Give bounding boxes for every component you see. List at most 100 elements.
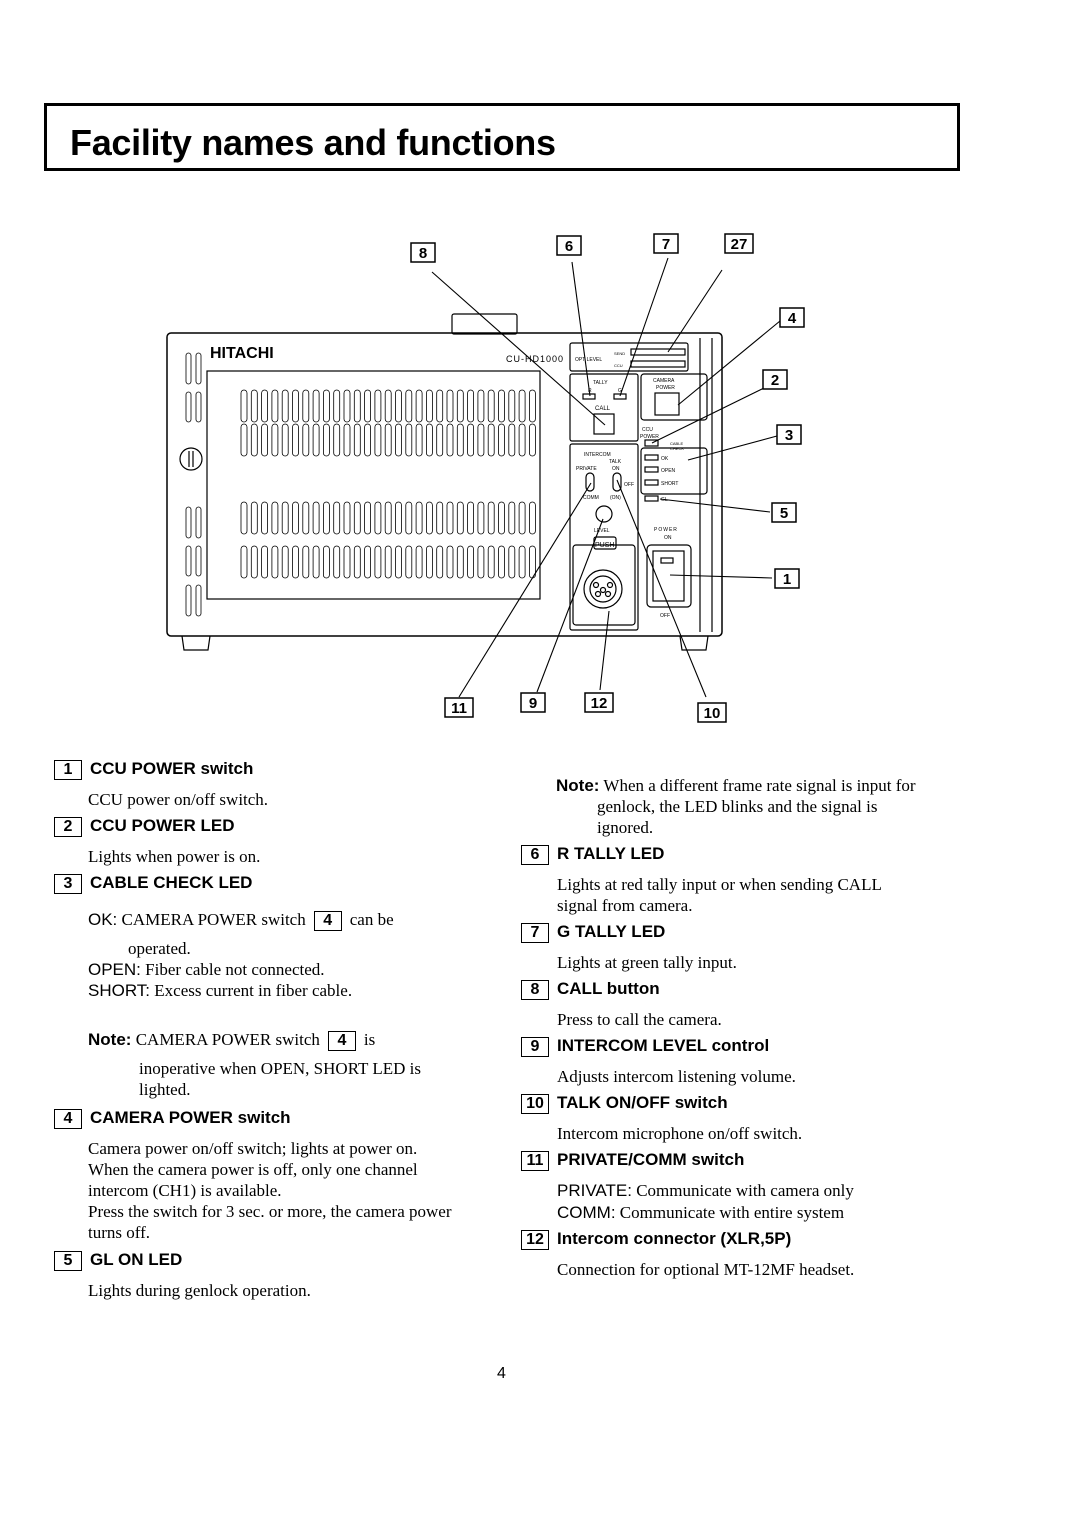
top-handle (451, 313, 518, 335)
private-key: PRIVATE: (557, 1181, 632, 1200)
vent-slot (415, 389, 423, 423)
genlock-note: Note: When a different frame rate signal… (556, 775, 916, 838)
note-key: Note: (556, 776, 600, 795)
vent-slot (436, 545, 444, 579)
vent-slot (395, 423, 402, 457)
manual-page: Facility names and functions HITACHI CU-… (0, 0, 1080, 1528)
entry-7: 7 G TALLY LED Lights at green tally input… (521, 922, 737, 973)
entry-number: 1 (54, 760, 82, 780)
note-tail: is (363, 1030, 376, 1050)
vent-slot (312, 545, 320, 579)
vent-slot (487, 389, 495, 423)
callout-number: 8 (419, 245, 427, 262)
vent-slot (477, 545, 485, 579)
vent-slot (498, 545, 505, 579)
entry-body-line: Lights at green tally input. (557, 953, 737, 972)
vent-slot (405, 423, 413, 457)
vent-slot (487, 423, 495, 457)
callout-11: 11 (444, 697, 474, 718)
vent-slot (322, 501, 330, 535)
callout-8: 8 (410, 242, 436, 263)
note-continuation: inoperative when OPEN, SHORT LED is (139, 1059, 421, 1079)
vent-slot (353, 389, 361, 423)
vent-slot (405, 501, 413, 535)
vent-slot (271, 545, 279, 579)
entry-number: 6 (521, 845, 549, 865)
vent-slot (322, 545, 330, 579)
entry-label: PRIVATE/COMM switch (557, 1150, 745, 1169)
vent-slot (518, 389, 526, 423)
vent-slot (240, 389, 248, 423)
vent-slot (312, 389, 320, 423)
foot-left (181, 635, 211, 651)
vent-slot (271, 389, 279, 423)
short-label: SHORT (661, 481, 678, 487)
vent-slot (384, 501, 392, 535)
vent-slot (508, 423, 516, 457)
vent-slot (250, 423, 258, 457)
entry-body-line: Intercom microphone on/off switch. (557, 1124, 803, 1143)
leader-lines (431, 257, 781, 698)
vent-slot (281, 423, 289, 457)
vent-slot (498, 501, 505, 535)
private-line: PRIVATE: Communicate with camera only (557, 1180, 854, 1201)
entry-6: 6 R TALLY LED Lights at red tally input o… (521, 844, 882, 916)
entry-label: G TALLY LED (557, 922, 666, 941)
talk-on-label: ON (612, 466, 620, 472)
callout-6: 6 (556, 235, 582, 256)
camera-power-label: POWER (656, 385, 675, 391)
vent-slot (374, 389, 382, 423)
vent-slot (467, 545, 475, 579)
vent-slot (261, 545, 269, 579)
vent-slot (292, 545, 299, 579)
vent-slot (456, 423, 464, 457)
entry-number: 10 (521, 1094, 549, 1114)
callout-number: 2 (771, 372, 779, 389)
entry-4: 4 CAMERA POWER switch Camera power on/off… (54, 1108, 451, 1243)
entry-label: Intercom connector (XLR,5P) (557, 1229, 792, 1248)
callout-4: 4 (779, 307, 805, 328)
open-label: OPEN (661, 468, 676, 474)
callout-12: 12 (584, 692, 614, 713)
vent-slot (364, 423, 372, 457)
vent-slot (508, 501, 516, 535)
send-label: SEND (614, 351, 625, 356)
intercom-label: INTERCOM (584, 452, 611, 458)
vent-slot (240, 423, 248, 457)
talk-off-label: OFF (624, 482, 634, 488)
vent-slot (467, 423, 475, 457)
vent-slot (374, 545, 382, 579)
entry-number: 3 (54, 874, 82, 894)
note-line: ignored. (597, 818, 654, 837)
vent-slot (467, 389, 475, 423)
tally-label: TALLY (593, 380, 608, 386)
vent-slot (487, 545, 495, 579)
entry-label: CAMERA POWER switch (90, 1108, 291, 1127)
vent-slot (508, 545, 516, 579)
entry-label: CCU POWER switch (90, 759, 254, 778)
callout-5: 5 (771, 502, 797, 523)
vent-slot (333, 501, 341, 535)
callout-number: 7 (662, 236, 670, 253)
comm-line: COMM: Communicate with entire system (557, 1202, 854, 1223)
entry-label: INTERCOM LEVEL control (557, 1036, 770, 1055)
vent-slot (415, 423, 423, 457)
talk-label: TALK (609, 459, 622, 465)
comm-text: Communicate with entire system (619, 1203, 845, 1222)
level-knob (595, 505, 613, 523)
ref-number: 4 (313, 911, 342, 932)
entry-body-line: Press to call the camera. (557, 1010, 722, 1029)
vent-slot (333, 389, 341, 423)
vent-slot (281, 501, 289, 535)
vent-slot (436, 423, 444, 457)
vent-slot (343, 423, 351, 457)
vent-slot (405, 545, 413, 579)
brand-logo: HITACHI (210, 345, 274, 362)
ref-number: 4 (327, 1031, 356, 1052)
ok-line: OK: CAMERA POWER switch 4 can be (88, 909, 421, 932)
entry-number: 8 (521, 980, 549, 1000)
vent-slot (353, 423, 361, 457)
vent-slot (425, 423, 433, 457)
note-line: genlock, the LED blinks and the signal i… (597, 797, 878, 816)
private-text: Communicate with camera only (636, 1181, 854, 1200)
